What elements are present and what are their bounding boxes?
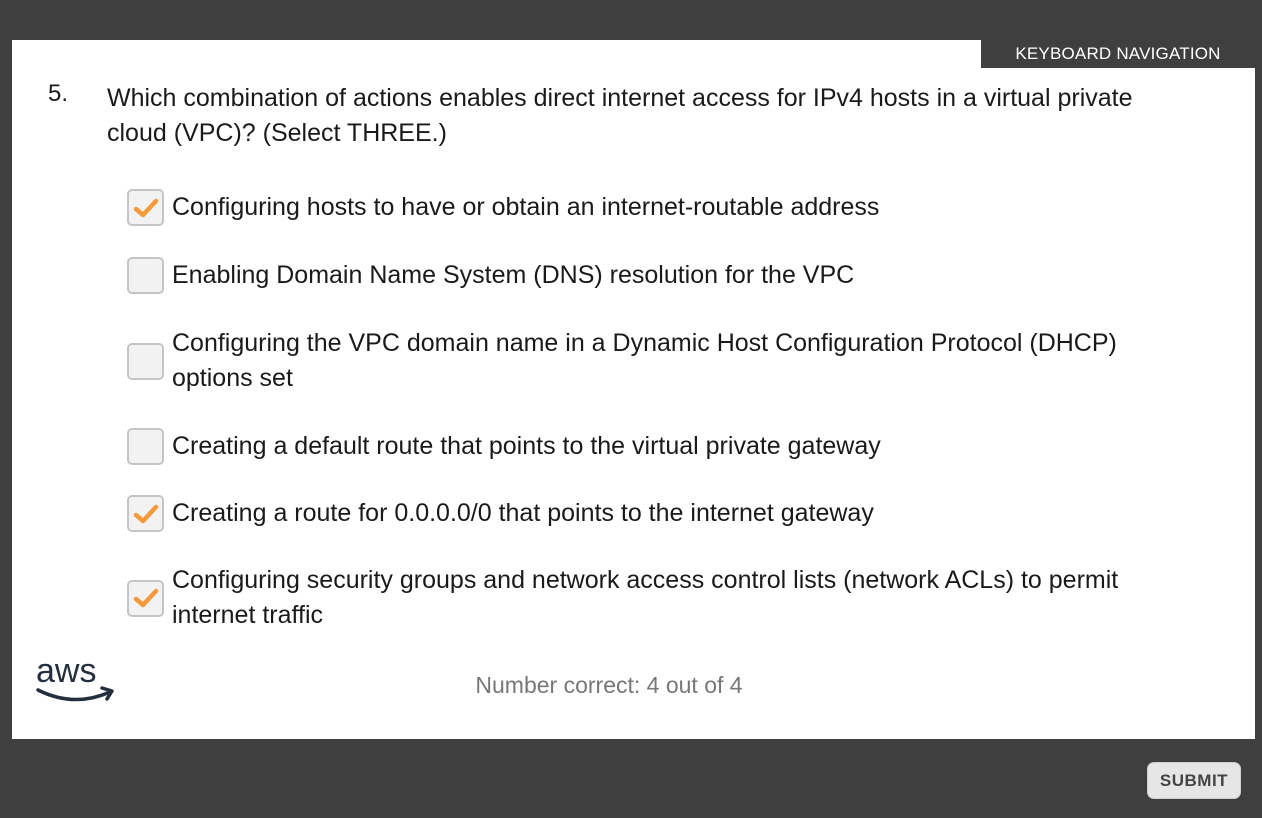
- option-4-checkbox[interactable]: [127, 428, 164, 465]
- option-6[interactable]: Configuring security groups and network …: [127, 563, 1172, 633]
- option-5-checkbox[interactable]: [127, 495, 164, 532]
- option-1[interactable]: Configuring hosts to have or obtain an i…: [127, 189, 1172, 226]
- question-number: 5.: [48, 80, 69, 107]
- option-5[interactable]: Creating a route for 0.0.0.0/0 that poin…: [127, 495, 1172, 532]
- question-text: Which combination of actions enables dir…: [107, 84, 1133, 147]
- option-4[interactable]: Creating a default route that points to …: [127, 428, 1172, 465]
- keyboard-navigation-button[interactable]: KEYBOARD NAVIGATION: [981, 40, 1255, 68]
- option-5-label: Creating a route for 0.0.0.0/0 that poin…: [172, 499, 874, 527]
- checkmark-icon: [133, 198, 158, 217]
- option-1-label: Configuring hosts to have or obtain an i…: [172, 193, 880, 221]
- option-2-label: Enabling Domain Name System (DNS) resolu…: [172, 261, 855, 289]
- score-text: Number correct: 4 out of 4: [475, 672, 743, 698]
- checkmark-icon: [133, 504, 158, 523]
- quiz-panel: KEYBOARD NAVIGATION 5. Which combination…: [12, 40, 1255, 739]
- option-3[interactable]: Configuring the VPC domain name in a Dyn…: [127, 326, 1172, 396]
- option-2[interactable]: Enabling Domain Name System (DNS) resolu…: [127, 257, 1172, 294]
- option-1-checkbox[interactable]: [127, 189, 164, 226]
- option-3-checkbox[interactable]: [127, 342, 164, 380]
- option-4-label: Creating a default route that points to …: [172, 432, 881, 460]
- option-3-label: Configuring the VPC domain name in a Dyn…: [172, 329, 1117, 392]
- option-6-label: Configuring security groups and network …: [172, 566, 1119, 629]
- submit-button[interactable]: SUBMIT: [1147, 762, 1241, 799]
- checkmark-icon: [133, 588, 158, 608]
- option-6-checkbox[interactable]: [127, 579, 164, 617]
- option-2-checkbox[interactable]: [127, 257, 164, 294]
